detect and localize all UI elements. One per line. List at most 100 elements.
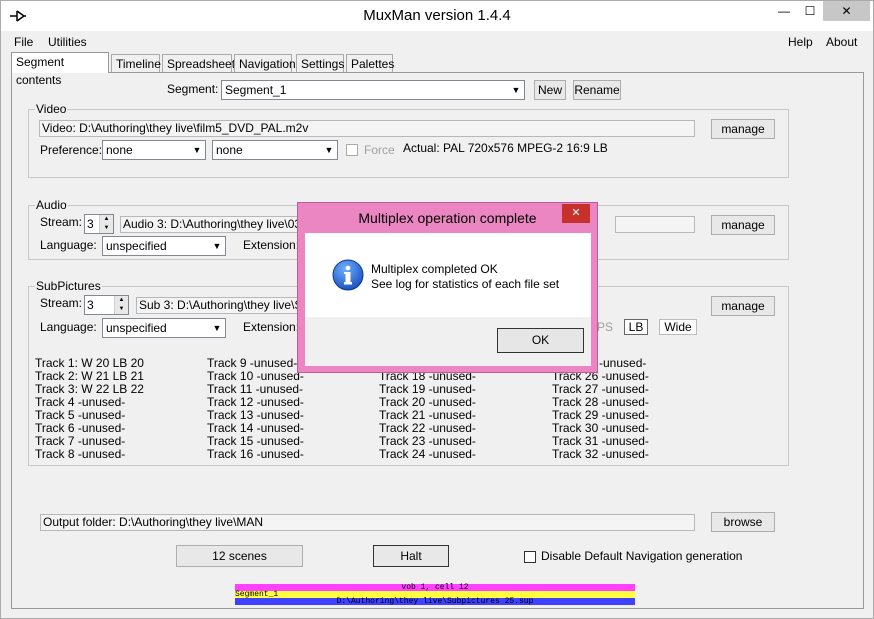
dialog-close-button[interactable]: ✕ <box>562 204 590 223</box>
audio-language-value: unspecified <box>106 239 167 253</box>
minimize-button[interactable]: — <box>771 1 797 21</box>
tab-navigation[interactable]: Navigation <box>234 54 296 72</box>
audio-manage-button[interactable]: manage <box>711 215 775 235</box>
preference-select-1[interactable]: none ▼ <box>102 140 206 160</box>
track-item: Track 5 -unused- <box>35 408 126 422</box>
info-icon <box>332 259 364 291</box>
tab-palettes[interactable]: Palettes <box>346 54 394 72</box>
track-item: Track 13 -unused- <box>207 408 304 422</box>
video-group-title: Video <box>35 102 68 116</box>
sub-stream-spinner[interactable]: 3 ▲ ▼ <box>84 295 129 315</box>
browse-button[interactable]: browse <box>711 512 775 532</box>
sub-language-label: Language: <box>40 320 97 334</box>
chevron-down-icon: ▼ <box>188 141 205 159</box>
halt-button[interactable]: Halt <box>373 545 449 567</box>
track-item: Track 29 -unused- <box>552 408 649 422</box>
audio-stream-spinner[interactable]: 3 ▲ ▼ <box>84 214 114 234</box>
close-button[interactable]: ✕ <box>823 1 870 21</box>
audio-stream-value: 3 <box>87 217 94 231</box>
menu-utilities[interactable]: Utilities <box>48 35 87 49</box>
dialog-message-2: See log for statistics of each file set <box>371 277 560 291</box>
output-folder-field: Output folder: D:\Authoring\they live\MA… <box>40 514 695 531</box>
dialog-body: Multiplex completed OK See log for stati… <box>305 233 591 317</box>
window-title: MuxMan version 1.4.4 <box>363 7 511 24</box>
track-item: Track 1: W 20 LB 20 <box>35 356 144 370</box>
track-item: Track 8 -unused- <box>35 447 126 461</box>
sub-file-field: Sub 3: D:\Authoring\they live\Sub <box>136 297 300 314</box>
menu-bar: File Utilities Help About <box>1 32 873 52</box>
muxman-window: MuxMan version 1.4.4 — ☐ ✕ File Utilitie… <box>0 0 874 619</box>
track-item: Track 12 -unused- <box>207 395 304 409</box>
track-item: Track 31 -unused- <box>552 434 649 448</box>
dialog-ok-button[interactable]: OK <box>497 328 584 353</box>
audio-extension-label: Extension: <box>243 238 300 252</box>
chevron-down-icon: ▼ <box>208 237 225 255</box>
scenes-button[interactable]: 12 scenes <box>176 545 303 567</box>
sub-stream-label: Stream: <box>40 296 83 310</box>
rename-segment-button[interactable]: Rename <box>573 80 621 100</box>
force-label: Force <box>364 143 395 157</box>
track-item: Track 14 -unused- <box>207 421 304 435</box>
track-item: Track 20 -unused- <box>379 395 476 409</box>
track-item: Track 10 -unused- <box>207 369 304 383</box>
menu-help[interactable]: Help <box>788 35 813 49</box>
audio-stream-label: Stream: <box>40 215 83 229</box>
menu-file[interactable]: File <box>14 35 33 49</box>
subpictures-group-title: SubPictures <box>35 279 102 293</box>
dialog-title: Multiplex operation complete <box>358 210 537 226</box>
maximize-button[interactable]: ☐ <box>797 1 823 21</box>
chevron-down-icon: ▼ <box>507 81 524 99</box>
video-group: Video Video: D:\Authoring\they live\film… <box>28 102 789 178</box>
track-item: Track 24 -unused- <box>379 447 476 461</box>
segment-select[interactable]: Segment_1 ▼ <box>221 80 525 100</box>
dialog-footer: OK <box>305 317 591 366</box>
sub-extension-label: Extension: <box>243 320 300 334</box>
spin-up-icon[interactable]: ▲ <box>99 215 113 224</box>
track-item: Track 7 -unused- <box>35 434 126 448</box>
preference-2-value: none <box>216 143 243 157</box>
track-item: Track 21 -unused- <box>379 408 476 422</box>
track-item: Track 4 -unused- <box>35 395 126 409</box>
sub-manage-button[interactable]: manage <box>711 296 775 316</box>
video-manage-button[interactable]: manage <box>711 119 775 139</box>
track-item: Track 30 -unused- <box>552 421 649 435</box>
audio-group-title: Audio <box>35 198 68 212</box>
dialog-message-1: Multiplex completed OK <box>371 262 498 276</box>
wide-toggle[interactable]: Wide <box>659 319 697 335</box>
sub-language-select[interactable]: unspecified ▼ <box>102 318 226 338</box>
spin-down-icon[interactable]: ▼ <box>114 305 128 314</box>
disable-nav-label: Disable Default Navigation generation <box>541 549 743 563</box>
progress-bar-file: D:\Authoring\they live\Subpictures 25.su… <box>235 598 635 606</box>
lb-toggle[interactable]: LB <box>624 319 648 335</box>
segment-label: Segment: <box>167 82 219 96</box>
track-item: Track 23 -unused- <box>379 434 476 448</box>
disable-nav-checkbox[interactable] <box>524 551 536 563</box>
audio-file-field-tail <box>615 216 695 233</box>
segment-value: Segment_1 <box>225 83 287 97</box>
tab-settings[interactable]: Settings <box>296 54 344 72</box>
spin-down-icon[interactable]: ▼ <box>99 224 113 233</box>
spin-up-icon[interactable]: ▲ <box>114 296 128 305</box>
menu-about[interactable]: About <box>826 35 857 49</box>
track-item: Track 16 -unused- <box>207 447 304 461</box>
audio-file-field: Audio 3: D:\Authoring\they live\03 en <box>120 216 300 233</box>
audio-language-label: Language: <box>40 238 97 252</box>
track-item: Track 22 -unused- <box>379 421 476 435</box>
progress-area: vob 1, cell 12 Segment_1 D:\Authoring\th… <box>235 584 635 606</box>
force-checkbox[interactable] <box>346 144 358 156</box>
multiplex-complete-dialog: Multiplex operation complete ✕ Multiplex… <box>297 202 598 373</box>
progress-bar-vob: vob 1, cell 12 <box>235 584 635 592</box>
chevron-down-icon: ▼ <box>208 319 225 337</box>
new-segment-button[interactable]: New <box>534 80 566 100</box>
tab-timeline[interactable]: Timeline <box>111 54 161 72</box>
track-item: Track 3: W 22 LB 22 <box>35 382 144 396</box>
tab-spreadsheet[interactable]: Spreadsheet <box>162 54 235 72</box>
preference-label: Preference: <box>40 143 103 157</box>
track-item: Track 32 -unused- <box>552 447 649 461</box>
track-item: Track 2: W 21 LB 21 <box>35 369 144 383</box>
ps-toggle[interactable]: PS <box>597 320 613 334</box>
preference-select-2[interactable]: none ▼ <box>212 140 338 160</box>
tab-segment-contents[interactable]: Segment contents <box>11 52 109 87</box>
track-item: Track 27 -unused- <box>552 382 649 396</box>
audio-language-select[interactable]: unspecified ▼ <box>102 236 226 256</box>
